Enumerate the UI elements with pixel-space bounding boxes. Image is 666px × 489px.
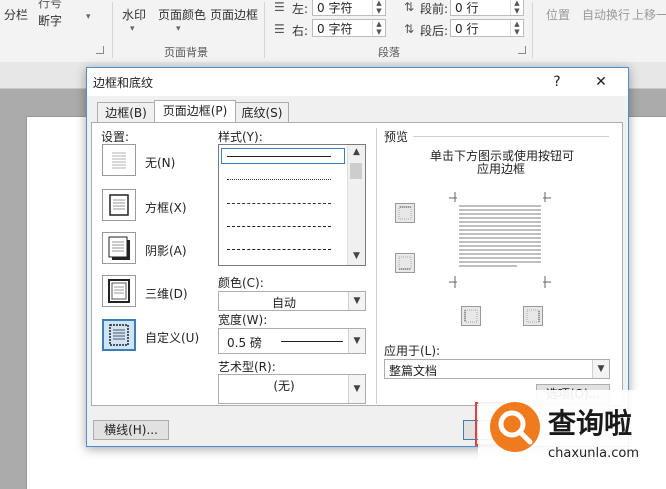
- chevron-down-icon[interactable]: ▼: [348, 292, 365, 310]
- wrap-text-button[interactable]: 自动换行: [582, 6, 630, 23]
- indent-right-icon: ☰: [274, 22, 285, 36]
- ribbon: 分栏 行号 断字 ▾ 水印 ▾ 页面颜色 ▾ 页面边框 页面背景 ☰ 左: 0 …: [0, 0, 666, 63]
- chevron-down-icon: ▾: [176, 24, 181, 34]
- chevron-down-icon: ▾: [86, 12, 91, 22]
- spin-arrows-icon[interactable]: ▲ ▼: [510, 0, 523, 15]
- watermark-button[interactable]: 水印: [122, 6, 146, 23]
- width-line-preview: [281, 341, 343, 342]
- indent-right-input[interactable]: 0 字符 ▲ ▼: [312, 19, 386, 37]
- color-select[interactable]: 自动 ▼: [218, 291, 366, 311]
- chevron-down-icon[interactable]: ▼: [592, 360, 609, 378]
- indent-right-label: 右:: [292, 24, 309, 38]
- art-select[interactable]: (无) ▼: [218, 374, 366, 404]
- tab-page-border[interactable]: 页面边框(P): [154, 100, 236, 122]
- width-select-value: 0.5 磅: [227, 336, 262, 350]
- indent-left-input[interactable]: 0 字符 ▲ ▼: [312, 0, 386, 16]
- top-border-button[interactable]: [395, 203, 415, 223]
- setting-none-icon[interactable]: [102, 144, 136, 176]
- line-style-dotted[interactable]: [227, 179, 331, 180]
- scrollbar-thumb[interactable]: [350, 163, 362, 179]
- position-button[interactable]: 位置: [546, 6, 570, 23]
- spacing-before-label: 段前:: [420, 2, 449, 16]
- spacing-before-icon: ⇅: [404, 0, 415, 14]
- scroll-down-icon[interactable]: ▼: [350, 251, 363, 261]
- dialog-launcher-icon[interactable]: [518, 46, 526, 54]
- left-border-button[interactable]: [461, 306, 481, 326]
- line-style-solid[interactable]: [227, 156, 331, 157]
- settings-label: 设置:: [101, 130, 130, 144]
- bottom-border-button[interactable]: [395, 253, 415, 273]
- width-label: 宽度(W):: [218, 313, 268, 327]
- color-label: 颜色(C):: [218, 276, 264, 290]
- divider: [532, 2, 533, 58]
- columns-button[interactable]: 分栏: [4, 6, 28, 23]
- divider: [112, 2, 113, 58]
- style-label: 样式(Y):: [218, 130, 263, 144]
- line-style-dashed[interactable]: [227, 226, 331, 227]
- preview-hint-line-2: 应用边框: [477, 162, 526, 176]
- apply-to-value: 整篇文档: [389, 364, 438, 378]
- spacing-after-input[interactable]: 0 行 ▲ ▼: [450, 19, 524, 37]
- scroll-up-icon[interactable]: ▲: [350, 147, 363, 157]
- preview-label: 预览: [384, 130, 409, 144]
- page-color-button[interactable]: 页面颜色: [158, 6, 206, 23]
- width-select[interactable]: 0.5 磅 ▼: [218, 328, 366, 354]
- dialog-titlebar: 边框和底纹 ? ✕: [87, 68, 628, 96]
- spacing-after-label: 段后:: [420, 24, 449, 38]
- page-borders-button[interactable]: 页面边框: [210, 6, 258, 23]
- setting-3d-label[interactable]: 三维(D): [145, 285, 188, 302]
- setting-shadow-label[interactable]: 阴影(A): [145, 242, 187, 259]
- setting-box-icon[interactable]: [102, 189, 136, 221]
- art-select-value: (无): [273, 379, 295, 393]
- site-watermark: 查询啦 chaxunla.com: [478, 390, 666, 468]
- setting-none-label[interactable]: 无(N): [145, 154, 175, 171]
- style-listbox[interactable]: ▲ ▼: [218, 144, 366, 266]
- setting-custom-icon[interactable]: [102, 319, 136, 351]
- art-label: 艺术型(R):: [218, 360, 276, 374]
- chevron-down-icon[interactable]: ▼: [348, 375, 365, 403]
- close-button[interactable]: ✕: [587, 70, 615, 94]
- watermark-brand: 查询啦: [548, 407, 633, 440]
- setting-box-label[interactable]: 方框(X): [145, 199, 187, 216]
- indent-left-label: 左:: [292, 2, 309, 16]
- setting-shadow-icon[interactable]: [102, 232, 136, 264]
- dialog-launcher-icon[interactable]: [96, 46, 104, 54]
- group-label-paragraph: 段落: [378, 46, 400, 59]
- line-style-dash-dot[interactable]: [227, 249, 331, 250]
- hyphenation-button[interactable]: 断字: [38, 12, 62, 29]
- setting-custom-label[interactable]: 自定义(U): [145, 329, 199, 346]
- bring-forward-button[interactable]: 上移一: [632, 6, 666, 23]
- horizontal-line-button[interactable]: 横线(H)...: [93, 420, 169, 440]
- tab-borders[interactable]: 边框(B): [97, 102, 155, 122]
- watermark-logo-icon: [490, 402, 540, 452]
- spin-arrows-icon[interactable]: ▲ ▼: [372, 20, 385, 36]
- apply-to-select[interactable]: 整篇文档 ▼: [384, 359, 610, 379]
- spin-arrows-icon[interactable]: ▲ ▼: [372, 0, 385, 15]
- style-scrollbar[interactable]: ▲ ▼: [347, 145, 365, 265]
- spacing-before-input[interactable]: 0 行 ▲ ▼: [450, 0, 524, 16]
- help-button[interactable]: ?: [543, 70, 571, 94]
- chevron-down-icon: ▾: [130, 24, 135, 34]
- spin-arrows-icon[interactable]: ▲ ▼: [510, 20, 523, 36]
- chevron-down-icon[interactable]: ▼: [348, 329, 365, 353]
- indent-left-icon: ☰: [274, 0, 285, 14]
- right-border-button[interactable]: [523, 306, 543, 326]
- divider: [376, 128, 377, 404]
- setting-3d-icon[interactable]: [102, 275, 136, 307]
- spacing-after-icon: ⇅: [404, 22, 415, 36]
- preview-diagram[interactable]: [445, 190, 555, 290]
- line-style-dashed-fine[interactable]: [227, 203, 331, 204]
- color-select-value: 自动: [271, 296, 296, 310]
- tab-shading[interactable]: 底纹(S): [235, 102, 289, 122]
- apply-to-label: 应用于(L):: [384, 344, 441, 358]
- dialog-title: 边框和底纹: [93, 76, 154, 90]
- line-numbers-button[interactable]: 行号: [38, 0, 62, 11]
- group-label-page-background: 页面背景: [164, 46, 208, 59]
- watermark-url: chaxunla.com: [548, 446, 639, 461]
- divider: [413, 136, 609, 137]
- divider: [264, 2, 265, 58]
